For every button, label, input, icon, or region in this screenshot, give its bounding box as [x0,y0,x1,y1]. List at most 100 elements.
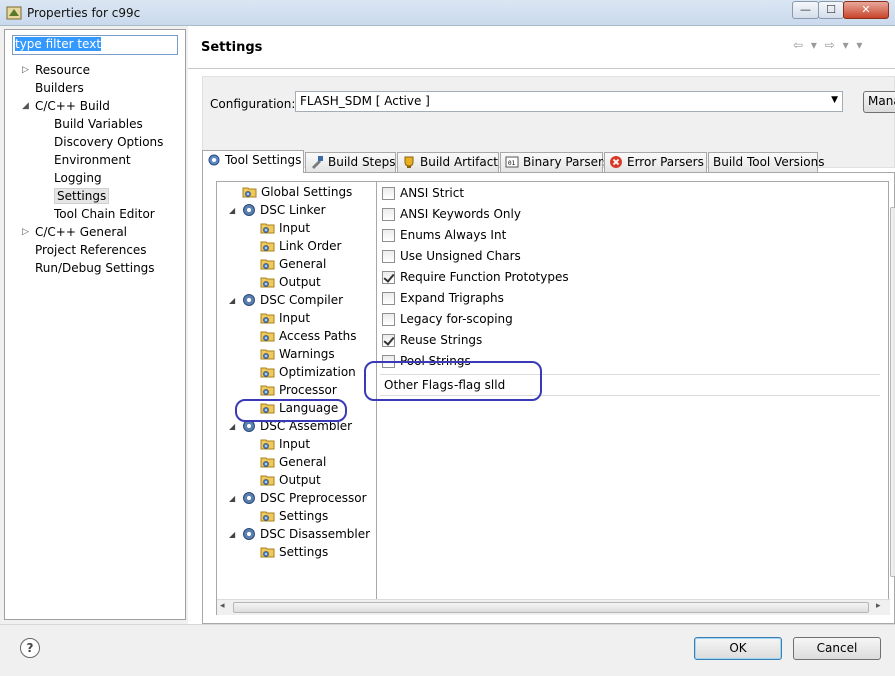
build-steps-icon [312,156,323,169]
tool-tree-item[interactable]: Output [260,472,321,490]
properties-tree-item[interactable]: ◢ C/C++ Build [22,98,110,116]
option-checkbox[interactable]: Pool Strings [382,353,471,371]
tool-tree-item[interactable]: General [260,454,326,472]
tab-tool-settings[interactable]: Tool Settings [202,150,304,173]
tab-error-parsers[interactable]: Error Parsers [604,152,707,172]
tree-item-label: DSC Compiler [260,293,344,307]
tool-tree-item[interactable]: Warnings [260,346,335,364]
ok-button[interactable]: OK [694,637,782,660]
configuration-select[interactable]: FLASH_SDM [ Active ] ▼ [295,91,843,112]
properties-tree-item[interactable]: Tool Chain Editor [54,206,155,224]
filter-input[interactable]: type filter text [12,35,178,55]
checkbox-unchecked[interactable] [382,313,395,326]
tree-item-label: Settings [54,188,110,204]
option-checkbox[interactable]: Legacy for-scoping [382,311,513,329]
tool-tree-item[interactable]: Access Paths [260,328,357,346]
settings-folder-icon [260,437,276,451]
manage-configurations-button[interactable]: Manage Configurations... [863,91,895,113]
other-flags-row: Other Flags -flag slld [380,374,880,396]
option-checkbox[interactable]: Use Unsigned Chars [382,248,521,266]
tool-tree-group[interactable]: ◢ DSC Preprocessor [229,490,367,508]
expanded-twisty-icon[interactable]: ◢ [229,418,235,435]
properties-tree-item[interactable]: ▷ C/C++ General [22,224,127,242]
settings-folder-icon [260,239,276,253]
checkbox-unchecked[interactable] [382,208,395,221]
scroll-right-icon[interactable]: ▸ [876,601,881,611]
horizontal-scrollbar[interactable]: ◂ ▸ [217,599,890,615]
tab-binary-parsers[interactable]: 01 Binary Parsers [500,152,609,172]
tool-tree-item[interactable]: Processor [260,382,337,400]
expanded-twisty-icon[interactable]: ◢ [229,292,235,309]
properties-tree-item[interactable]: Builders [35,80,84,98]
tool-tree-item[interactable]: Input [260,220,310,238]
error-parsers-icon [610,156,622,168]
tree-item-label: Processor [279,383,337,397]
checkbox-checked[interactable] [382,271,395,284]
scrollbar-thumb[interactable] [890,207,895,577]
tool-tree-item[interactable]: Input [260,310,310,328]
tool-tree-group[interactable]: ◢ DSC Compiler [229,292,344,310]
properties-tree-item[interactable]: Project References [35,242,147,260]
checkbox-unchecked[interactable] [382,187,395,200]
close-button[interactable]: ✕ [843,1,889,19]
checkbox-unchecked[interactable] [382,355,395,368]
properties-tree-item[interactable]: Run/Debug Settings [35,260,155,278]
tool-tree-item[interactable]: Link Order [260,238,342,256]
cancel-button[interactable]: Cancel [793,637,881,660]
minimize-button[interactable]: — [792,1,819,19]
option-checkbox[interactable]: Require Function Prototypes [382,269,569,287]
checkbox-checked[interactable] [382,334,395,347]
scrollbar-thumb[interactable] [233,602,869,613]
vertical-scrollbar[interactable] [889,173,895,583]
tool-tree-group[interactable]: ◢ DSC Linker [229,202,326,220]
collapsed-twisty-icon[interactable]: ▷ [22,62,29,78]
tool-tree-item[interactable]: Global Settings [242,184,352,202]
help-icon[interactable]: ? [20,638,40,658]
expanded-twisty-icon[interactable]: ◢ [229,526,235,543]
tool-tree-item[interactable]: General [260,256,326,274]
tool-tree-item[interactable]: Settings [260,544,328,562]
tool-gear-icon [242,491,256,505]
tool-tree-item[interactable]: Output [260,274,321,292]
tab-build-artifact[interactable]: Build Artifact [397,152,499,172]
tool-tree-item[interactable]: Settings [260,508,328,526]
scroll-left-icon[interactable]: ◂ [220,601,225,611]
properties-tree-item[interactable]: Build Variables [54,116,143,134]
option-checkbox[interactable]: Expand Trigraphs [382,290,504,308]
tree-item-label: Settings [279,545,329,559]
checkbox-unchecked[interactable] [382,250,395,263]
option-checkbox[interactable]: ANSI Strict [382,185,464,203]
other-flags-input[interactable]: -flag slld [454,378,505,392]
option-label: Pool Strings [400,354,471,368]
tool-tree-group[interactable]: ◢ DSC Disassembler [229,526,370,544]
properties-tree-item[interactable]: Logging [54,170,102,188]
tab-build-tool-versions[interactable]: Build Tool Versions [708,152,824,172]
page-title: Settings [201,40,263,55]
tree-item-label: Optimization [279,365,356,379]
tool-tree-group[interactable]: ◢ DSC Assembler [229,418,352,436]
tab-label: Tool Settings [225,153,302,167]
configuration-label: Configuration: [210,97,296,111]
properties-tree-item[interactable]: ▷ Resource [22,62,90,80]
properties-tree-item[interactable]: Settings [54,188,110,206]
option-checkbox[interactable]: Reuse Strings [382,332,482,350]
history-nav-arrows[interactable]: ⇦ ▾ ⇨ ▾ ▾ [793,38,864,52]
tool-tree-item[interactable]: Language [260,400,338,418]
tool-tree-item[interactable]: Optimization [260,364,356,382]
properties-tree-item[interactable]: Environment [54,152,131,170]
tab-build-steps[interactable]: Build Steps [305,152,396,172]
checkbox-unchecked[interactable] [382,229,395,242]
tool-tree-item[interactable]: Input [260,436,310,454]
option-checkbox[interactable]: ANSI Keywords Only [382,206,521,224]
properties-tree-item[interactable]: Discovery Options [54,134,163,152]
maximize-button[interactable]: ☐ [818,1,844,19]
expanded-twisty-icon[interactable]: ◢ [22,98,29,114]
expanded-twisty-icon[interactable]: ◢ [229,490,235,507]
collapsed-twisty-icon[interactable]: ▷ [22,224,29,240]
expanded-twisty-icon[interactable]: ◢ [229,202,235,219]
checkbox-unchecked[interactable] [382,292,395,305]
settings-folder-icon [260,545,276,559]
build-artifact-icon [404,156,414,168]
option-checkbox[interactable]: Enums Always Int [382,227,506,245]
tree-item-label: Project References [35,243,147,257]
